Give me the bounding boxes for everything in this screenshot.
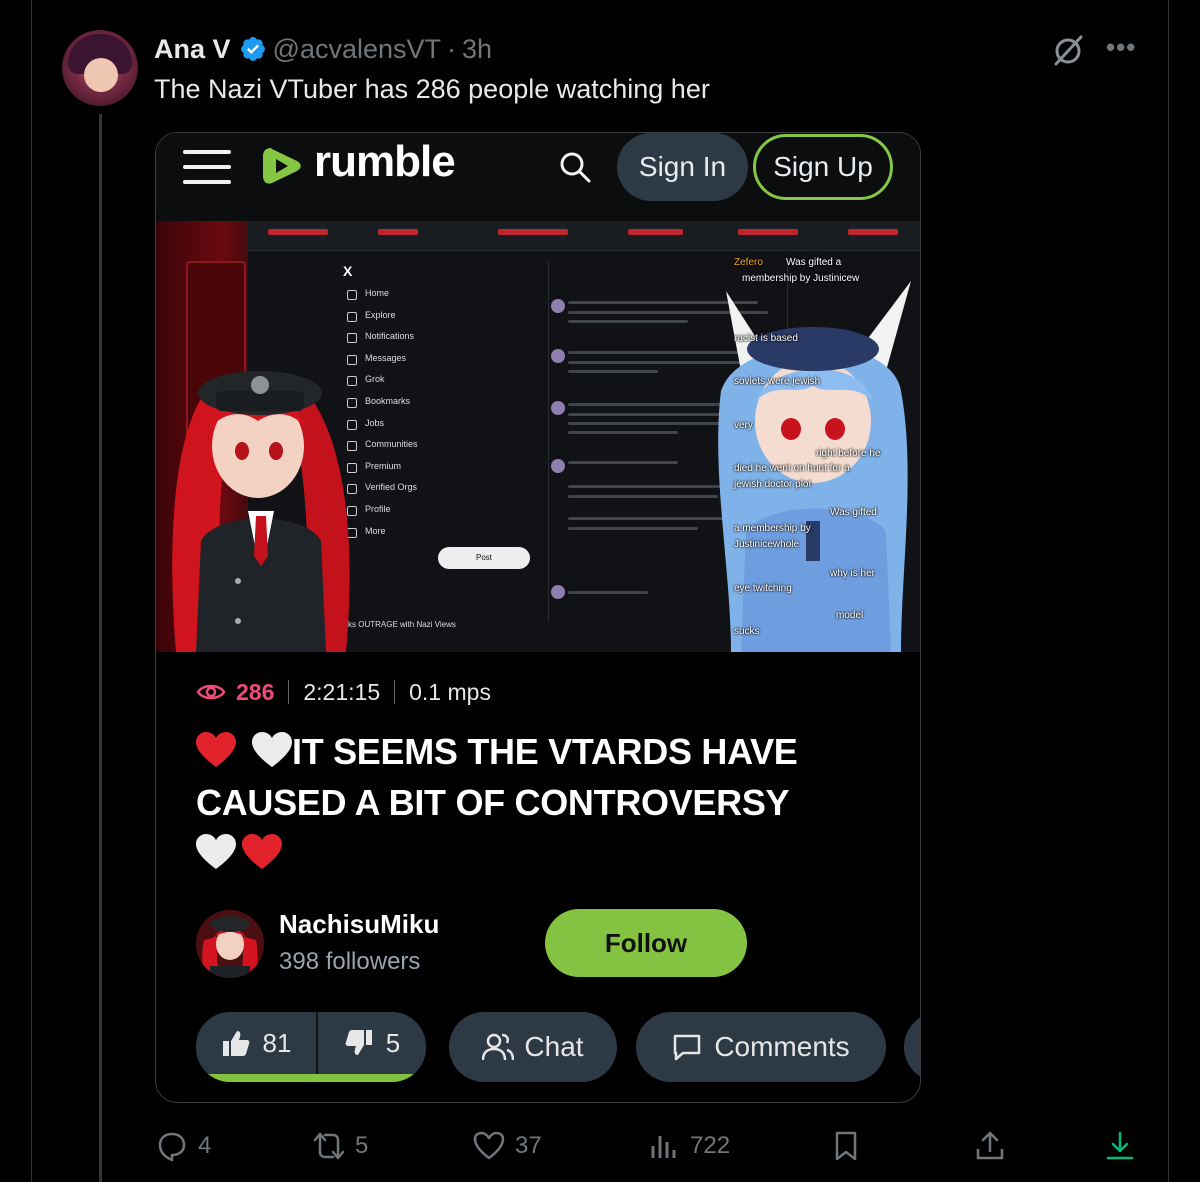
- views-button[interactable]: 722: [648, 1126, 730, 1166]
- channel-avatar[interactable]: [196, 910, 264, 978]
- dislike-button[interactable]: 5: [318, 1012, 426, 1074]
- column-border-left: [31, 0, 32, 1182]
- more-options-icon[interactable]: •••: [1106, 34, 1136, 64]
- users-icon: [482, 1033, 515, 1061]
- reply-button[interactable]: 4: [156, 1126, 211, 1166]
- download-button[interactable]: [1104, 1126, 1136, 1166]
- retweet-count: 5: [355, 1132, 369, 1159]
- tweet-text: The Nazi VTuber has 286 people watching …: [154, 74, 710, 104]
- menu-icon[interactable]: [183, 150, 231, 190]
- white-heart-icon: [196, 834, 236, 869]
- thumbs-up-icon: [222, 1031, 249, 1056]
- author-name[interactable]: Ana V: [154, 34, 231, 65]
- video-stats: 286 2:21:15 0.1 mps: [196, 677, 491, 707]
- channel-followers: 398 followers: [279, 948, 421, 975]
- tweet-time[interactable]: 3h: [462, 34, 492, 65]
- sign-in-button[interactable]: Sign In: [617, 133, 748, 201]
- live-chat-overlay: Zefero Was gifted a membership by Justin…: [734, 257, 881, 637]
- follow-button[interactable]: Follow: [545, 909, 747, 977]
- verified-badge-icon: [240, 37, 265, 61]
- column-border-right: [1168, 0, 1169, 1182]
- channel-name[interactable]: NachisuMiku: [279, 909, 439, 940]
- eye-icon: [196, 684, 226, 700]
- comments-label: Comments: [714, 1031, 850, 1062]
- bookmark-button[interactable]: [830, 1126, 862, 1166]
- live-viewer-count: 286: [236, 678, 275, 705]
- like-ratio-bar: [204, 1074, 416, 1082]
- bookmark-icon: [835, 1131, 857, 1161]
- heart-icon: [473, 1131, 505, 1160]
- retweet-icon: [313, 1132, 345, 1160]
- analytics-icon: [651, 1136, 676, 1158]
- thumbs-down-icon: [345, 1030, 372, 1055]
- like-button[interactable]: 81: [196, 1012, 316, 1074]
- reply-icon: [158, 1132, 186, 1162]
- vtuber-red-hair-avatar: [172, 371, 350, 652]
- author-avatar[interactable]: [62, 30, 138, 106]
- chat-button[interactable]: Chat: [449, 1012, 617, 1082]
- like-tweet-count: 37: [515, 1132, 542, 1159]
- video-player[interactable]: X Home Explore Notifications Messages Gr…: [156, 221, 920, 652]
- x-post-button: Post: [438, 547, 530, 569]
- reply-count: 4: [198, 1132, 212, 1159]
- messages-per-second: 0.1 mps: [409, 678, 491, 705]
- comments-button[interactable]: Comments: [636, 1012, 886, 1082]
- dislike-count: 5: [385, 1027, 401, 1058]
- share-icon: [976, 1131, 1004, 1160]
- search-icon[interactable]: [558, 150, 592, 184]
- download-icon: [1106, 1131, 1134, 1160]
- like-count: 81: [262, 1027, 292, 1058]
- red-heart-icon: [242, 834, 282, 869]
- vote-buttons: 81 5: [196, 1012, 426, 1082]
- video-title: IT SEEMS THE VTARDS HAVE CAUSED A BIT OF…: [196, 726, 896, 879]
- chat-label: Chat: [524, 1031, 584, 1062]
- view-count: 722: [690, 1132, 731, 1159]
- stream-duration: 2:21:15: [303, 678, 381, 705]
- comment-bubble-icon: [674, 1034, 701, 1061]
- sign-up-button[interactable]: Sign Up: [753, 134, 893, 200]
- rumble-topbar: rumble Sign In Sign Up: [156, 133, 920, 221]
- like-tweet-button[interactable]: 37: [473, 1126, 542, 1166]
- tweet-header: Ana V @acvalensVT · 3h: [154, 31, 492, 67]
- red-heart-icon: [196, 732, 236, 767]
- more-actions-button[interactable]: [904, 1012, 920, 1082]
- rumble-logo-text[interactable]: rumble: [314, 137, 456, 187]
- rumble-logo-icon[interactable]: [257, 142, 305, 190]
- x-nav-item: Explore: [343, 305, 443, 327]
- share-button[interactable]: [974, 1126, 1006, 1166]
- retweet-button[interactable]: 5: [313, 1126, 368, 1166]
- grok-icon[interactable]: [1050, 32, 1086, 68]
- white-heart-icon: [252, 732, 292, 767]
- header-separator: ·: [447, 33, 457, 64]
- embedded-screenshot-card[interactable]: rumble Sign In Sign Up X Home Explore No…: [155, 132, 921, 1103]
- author-handle[interactable]: @acvalensVT: [273, 34, 441, 65]
- x-nav-item: Notifications: [343, 326, 443, 348]
- thread-line: [99, 114, 102, 1182]
- x-logo-icon: X: [343, 263, 353, 279]
- x-nav-item: Home: [343, 283, 443, 305]
- browser-tabbar: [248, 221, 920, 251]
